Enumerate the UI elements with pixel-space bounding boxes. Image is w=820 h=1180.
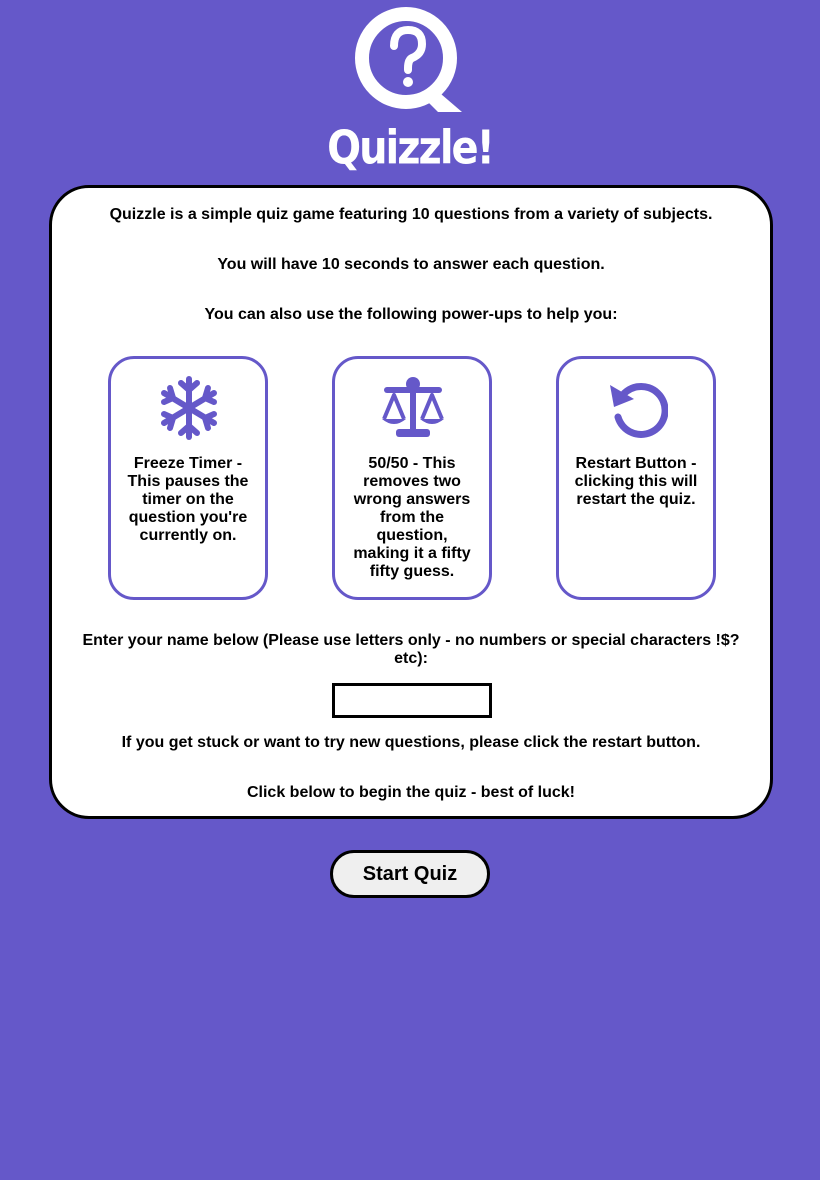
balance-scale-icon	[382, 377, 444, 437]
powerup-fifty-fifty: 50/50 - This removes two wrong answers f…	[332, 356, 492, 600]
logo: Quizzle!	[0, 0, 820, 180]
restart-arrow-icon	[610, 383, 668, 438]
question-mark-logo-icon	[355, 7, 462, 112]
instructions-card: Quizzle is a simple quiz game featuring …	[49, 185, 773, 819]
timer-info-text: You will have 10 seconds to answer each …	[217, 256, 605, 273]
begin-hint: Click below to begin the quiz - best of …	[246, 784, 575, 801]
powerup-description: 50/50 - This removes two wrong answers f…	[353, 455, 471, 580]
start-quiz-button[interactable]: Start Quiz	[330, 850, 490, 898]
snowflake-icon	[161, 376, 217, 440]
intro-text: Quizzle is a simple quiz game featuring …	[109, 206, 713, 223]
name-prompt: Enter your name below (Please use letter…	[82, 632, 740, 667]
name-input[interactable]	[332, 683, 492, 718]
powerups-intro-text: You can also use the following power-ups…	[204, 306, 618, 323]
powerup-description: Restart Button - clicking this will rest…	[574, 455, 698, 508]
logo-title: Quizzle!	[327, 122, 495, 175]
powerup-description: Freeze Timer - This pauses the timer on …	[127, 455, 249, 544]
powerup-freeze-timer: Freeze Timer - This pauses the timer on …	[108, 356, 268, 600]
powerup-restart: Restart Button - clicking this will rest…	[556, 356, 716, 600]
restart-hint: If you get stuck or want to try new ques…	[121, 734, 701, 751]
